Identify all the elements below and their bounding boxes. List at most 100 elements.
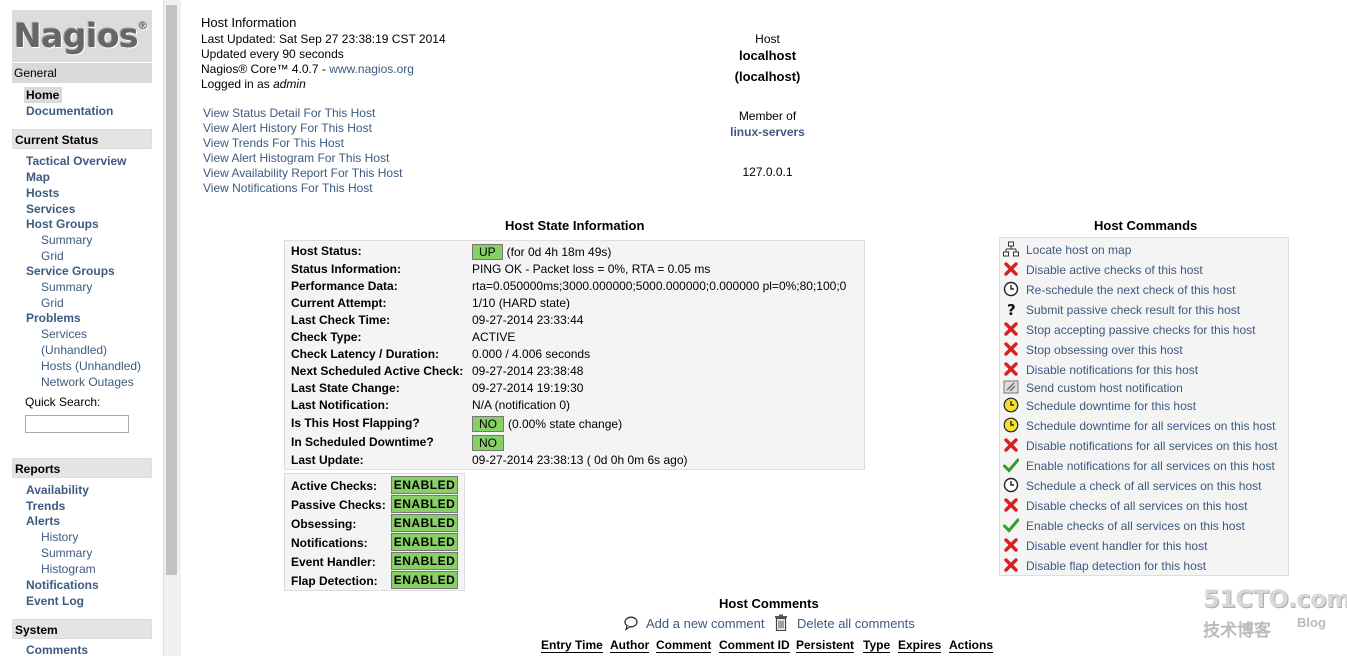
nav-host-groups-summary[interactable]: Summary [41,233,92,247]
host-command-label[interactable]: Stop accepting passive checks for this h… [1026,323,1255,337]
nav-availability[interactable]: Availability [26,483,89,497]
state-row-value: 09-27-2014 23:33:44 [472,313,583,327]
map-icon[interactable] [1003,241,1021,259]
host-command-label[interactable]: Send custom host notification [1026,381,1183,395]
link-alert-history[interactable]: View Alert History For This Host [203,121,372,135]
host-command-label[interactable]: Schedule downtime for this host [1026,399,1196,413]
nav-tactical-overview[interactable]: Tactical Overview [26,154,127,168]
host-command-label[interactable]: Enable notifications for all services on… [1026,459,1275,473]
link-notifications[interactable]: View Notifications For This Host [203,181,373,195]
nav-documentation[interactable]: Documentation [26,104,113,118]
nav-service-groups-summary[interactable]: Summary [41,280,92,294]
nav-host-groups[interactable]: Host Groups [26,217,99,231]
col-comment-id[interactable]: Comment ID [719,638,790,653]
disable-icon[interactable] [1003,321,1021,339]
clock-icon[interactable] [1003,477,1021,495]
nav-service-groups-grid[interactable]: Grid [41,296,64,310]
nav-problems-hosts-unhandled[interactable]: Hosts (Unhandled) [41,359,141,373]
disable-icon[interactable] [1003,341,1021,359]
nav-map[interactable]: Map [26,170,50,184]
nav-problems[interactable]: Problems [26,311,81,325]
nav-problems-services[interactable]: Services [41,327,87,341]
nav-alerts-histogram[interactable]: Histogram [41,562,96,576]
link-status-detail[interactable]: View Status Detail For This Host [203,106,375,120]
status-badge: NO [472,435,504,451]
enable-icon[interactable] [1003,457,1021,475]
downtime-icon[interactable] [1003,397,1021,415]
link-availability-report[interactable]: View Availability Report For This Host [203,166,402,180]
host-command-label[interactable]: Submit passive check result for this hos… [1026,303,1240,317]
nav-problems-services-unhandled[interactable]: (Unhandled) [41,343,107,357]
nagios-logo[interactable]: Nagios® [12,10,152,62]
clock-icon[interactable] [1003,281,1021,299]
trash-icon[interactable] [774,614,788,632]
state-row-label: Last Check Time: [291,313,391,327]
col-author[interactable]: Author [610,638,650,653]
check-row: Notifications: ENABLED [291,533,461,552]
state-row-label: Current Attempt: [291,296,387,310]
delete-all-comments-link[interactable]: Delete all comments [797,616,915,631]
host-command-label[interactable]: Disable notifications for all services o… [1026,439,1277,453]
host-command-label[interactable]: Schedule downtime for all services on th… [1026,419,1275,433]
nav-alerts-history[interactable]: History [41,530,78,544]
disable-icon[interactable] [1003,557,1021,575]
state-row-label: Check Type: [291,330,362,344]
enable-icon[interactable] [1003,517,1021,535]
downtime-icon[interactable] [1003,417,1021,435]
host-address: 127.0.0.1 [742,165,793,179]
nav-network-outages[interactable]: Network Outages [41,375,134,389]
host-group-link[interactable]: linux-servers [680,125,855,139]
state-row-label: Last Notification: [291,398,389,412]
section-current-status: Current Status [12,129,152,149]
disable-icon[interactable] [1003,437,1021,455]
nav-service-groups[interactable]: Service Groups [26,264,115,278]
sidebar-scroll-thumb[interactable] [166,5,177,575]
host-command-label[interactable]: Disable event handler for this host [1026,539,1207,553]
nagios-org-link[interactable]: www.nagios.org [329,62,414,76]
host-command-label[interactable]: Re-schedule the next check of this host [1026,283,1235,297]
col-type[interactable]: Type [863,638,891,653]
question-icon[interactable]: ? [1003,301,1021,319]
col-entry-time[interactable]: Entry Time [541,638,603,653]
col-persistent[interactable]: Persistent [796,638,855,653]
nav-alerts[interactable]: Alerts [26,514,60,528]
disable-icon[interactable] [1003,361,1021,379]
disable-icon[interactable] [1003,497,1021,515]
notify-icon[interactable] [1003,379,1021,397]
disable-icon[interactable] [1003,261,1021,279]
col-comment[interactable]: Comment [656,638,712,653]
host-command-label[interactable]: Disable checks of all services on this h… [1026,499,1247,513]
state-row-text: rta=0.050000ms;3000.000000;5000.000000;0… [472,279,847,293]
host-command-label[interactable]: Schedule a check of all services on this… [1026,479,1261,493]
host-command-label[interactable]: Enable checks of all services on this ho… [1026,519,1245,533]
nav-host-groups-grid[interactable]: Grid [41,249,64,263]
state-row-value: ACTIVE [472,330,515,344]
nav-alerts-summary[interactable]: Summary [41,546,92,560]
add-comment-link[interactable]: Add a new comment [646,616,765,631]
link-alert-histogram[interactable]: View Alert Histogram For This Host [203,151,389,165]
add-comment-icon[interactable] [623,615,639,631]
link-trends[interactable]: View Trends For This Host [203,136,344,150]
quick-search-input[interactable] [25,415,129,433]
nav-services[interactable]: Services [26,202,75,216]
host-comments-title: Host Comments [719,596,819,611]
state-row-value: NO [472,435,508,451]
host-command-label[interactable]: Locate host on map [1026,243,1131,257]
check-status-badge: ENABLED [391,552,458,570]
disable-icon[interactable] [1003,537,1021,555]
host-command-label[interactable]: Disable active checks of this host [1026,263,1203,277]
nav-home[interactable]: Home [24,87,62,103]
nav-comments[interactable]: Comments [26,643,88,657]
nav-hosts[interactable]: Hosts [26,186,59,200]
host-command-label[interactable]: Disable flap detection for this host [1026,559,1206,573]
nav-event-log[interactable]: Event Log [26,594,84,608]
host-command-label[interactable]: Disable notifications for this host [1026,363,1198,377]
col-expires[interactable]: Expires [898,638,942,653]
col-actions[interactable]: Actions [949,638,994,653]
state-row-label: Check Latency / Duration: [291,347,440,361]
section-general: General [12,63,152,83]
host-commands-title: Host Commands [1094,218,1198,233]
nav-trends[interactable]: Trends [26,499,65,513]
nav-notifications[interactable]: Notifications [26,578,99,592]
host-command-label[interactable]: Stop obsessing over this host [1026,343,1183,357]
